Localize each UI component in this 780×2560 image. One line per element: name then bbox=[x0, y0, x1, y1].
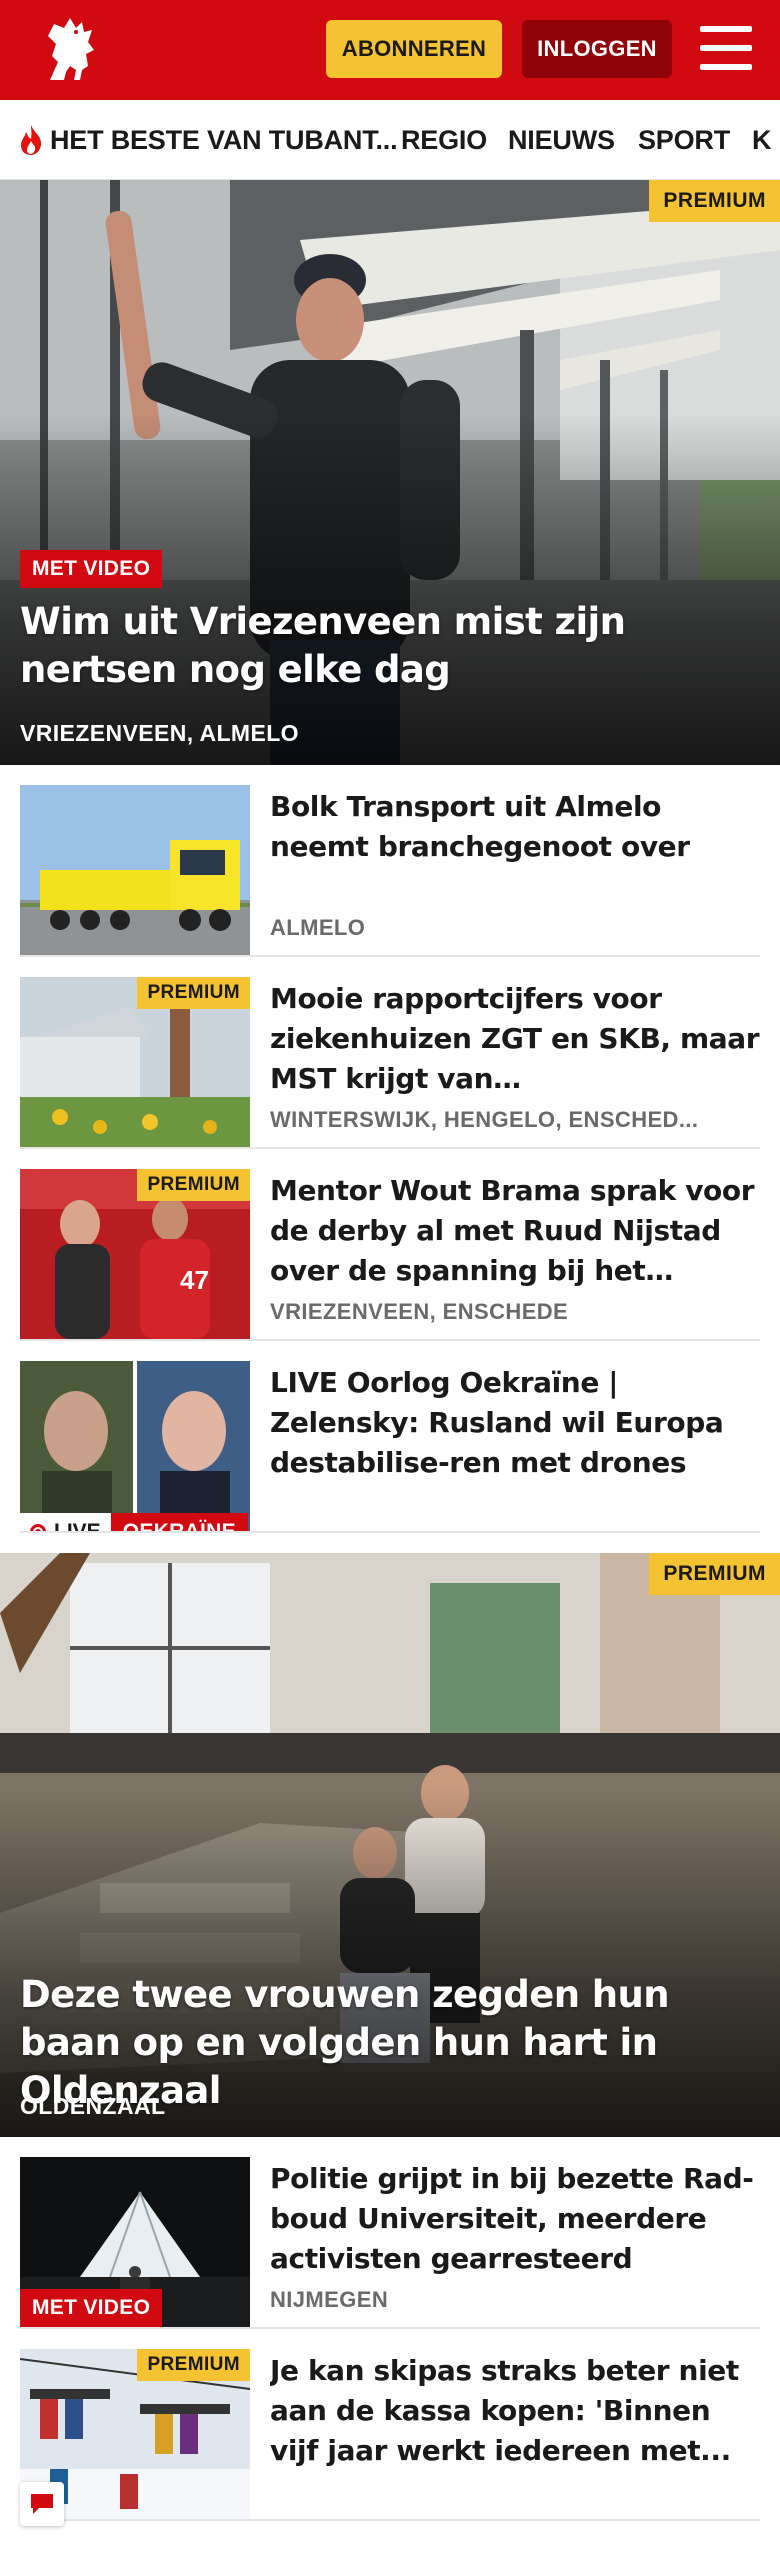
video-badge: MET VIDEO bbox=[20, 550, 163, 588]
live-badge: LIVE bbox=[20, 1513, 111, 1531]
list-item[interactable]: PREMIUM Je kan skipas straks beter niet … bbox=[20, 2329, 760, 2521]
premium-badge: PREMIUM bbox=[137, 2349, 250, 2381]
svg-text:47: 47 bbox=[180, 1265, 209, 1295]
list-item[interactable]: MET VIDEO Politie grijpt in bij bezette … bbox=[20, 2137, 760, 2329]
article-title[interactable]: Mooie rapportcijfers voor ziekenhuizen Z… bbox=[270, 979, 760, 1099]
hamburger-menu-icon[interactable] bbox=[700, 26, 752, 72]
topic-badge[interactable]: OEKRAÏNE bbox=[110, 1513, 248, 1531]
top-header: ABONNEREN INLOGGEN bbox=[0, 0, 780, 100]
article-thumbnail: LIVE OEKRAÏNE bbox=[20, 1361, 250, 1531]
chat-bubble-icon[interactable] bbox=[20, 2482, 64, 2526]
article-location: NIJMEGEN bbox=[270, 2287, 389, 2312]
list-item[interactable]: PREMIUM Mooie rapportcijfers voor zieken… bbox=[20, 957, 760, 1149]
article-thumbnail: MET VIDEO bbox=[20, 2157, 250, 2327]
article-location: WINTERSWIJK, HENGELO, ENSCHED... bbox=[270, 1107, 699, 1132]
hero-title[interactable]: Wim uit Vriezenveen mist zijn nertsen no… bbox=[20, 598, 760, 694]
premium-badge: PREMIUM bbox=[137, 1169, 250, 1201]
nav-item-nieuws[interactable]: NIEUWS bbox=[508, 100, 615, 179]
article-location: ALMELO bbox=[270, 915, 366, 940]
section-nav: HET BESTE VAN TUBANT... REGIO NIEUWS SPO… bbox=[0, 100, 780, 180]
nav-label: HET BESTE VAN TUBANT... bbox=[50, 124, 398, 155]
article-title[interactable]: LIVE Oorlog Oekraïne | Zelensky: Rusland… bbox=[270, 1363, 760, 1483]
list-item[interactable]: Bolk Transport uit Almelo neemt brancheg… bbox=[20, 765, 760, 957]
list-item[interactable]: LIVE OEKRAÏNE LIVE Oorlog Oekraïne | Zel… bbox=[20, 1341, 760, 1533]
video-badge: MET VIDEO bbox=[20, 2289, 163, 2327]
hero-article[interactable]: PREMIUM MET VIDEO Wim uit Vriezenveen mi… bbox=[0, 180, 780, 765]
nav-item-best-of[interactable]: HET BESTE VAN TUBANT... bbox=[16, 100, 398, 179]
article-title[interactable]: Bolk Transport uit Almelo neemt brancheg… bbox=[270, 787, 760, 867]
article-title[interactable]: Mentor Wout Brama sprak voor de derby al… bbox=[270, 1171, 760, 1291]
article-location: VRIEZENVEEN, ENSCHEDE bbox=[270, 1299, 569, 1324]
tubantia-horse-logo[interactable] bbox=[30, 10, 110, 90]
article-title[interactable]: Politie grijpt in bij bezette Rad-boud U… bbox=[270, 2159, 760, 2279]
article-thumbnail bbox=[20, 785, 250, 955]
live-label-row: LIVE OEKRAÏNE bbox=[20, 1513, 248, 1531]
article-thumbnail: PREMIUM bbox=[20, 977, 250, 1147]
hero-article[interactable]: PREMIUM Deze twee vrouwen zegden hun baa… bbox=[0, 1553, 780, 2137]
chat-bubble-glyph bbox=[31, 2494, 53, 2514]
live-dot-icon bbox=[30, 1524, 46, 1531]
premium-badge: PREMIUM bbox=[137, 977, 250, 1009]
premium-badge: PREMIUM bbox=[649, 180, 780, 222]
nav-item-sport[interactable]: SPORT bbox=[638, 100, 730, 179]
flame-icon bbox=[21, 125, 42, 155]
login-button[interactable]: INLOGGEN bbox=[522, 20, 672, 78]
live-text: LIVE bbox=[54, 1520, 101, 1531]
premium-badge: PREMIUM bbox=[649, 1553, 780, 1595]
hero-location: OLDENZAAL bbox=[20, 2093, 166, 2119]
nav-item-more[interactable]: K bbox=[752, 100, 772, 179]
nav-item-regio[interactable]: REGIO bbox=[401, 100, 487, 179]
subscribe-button[interactable]: ABONNEREN bbox=[326, 20, 502, 78]
article-title[interactable]: Je kan skipas straks beter niet aan de k… bbox=[270, 2351, 760, 2471]
article-thumbnail: 47 PREMIUM bbox=[20, 1169, 250, 1339]
hero-location: VRIEZENVEEN, ALMELO bbox=[20, 720, 299, 746]
list-item[interactable]: 47 PREMIUM Mentor Wout Brama sprak voor … bbox=[20, 1149, 760, 1341]
hero-gradient bbox=[0, 414, 780, 765]
